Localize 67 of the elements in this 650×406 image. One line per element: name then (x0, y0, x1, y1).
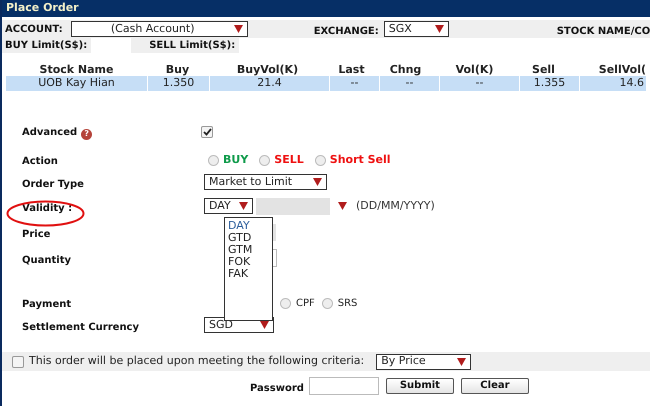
settlement-currency-label: Settlement Currency (22, 322, 140, 333)
table-cell: -- (440, 76, 519, 91)
table-cell: 14.6 (580, 76, 646, 91)
validity-option[interactable]: FAK (228, 268, 269, 280)
exchange-select[interactable]: SGX (384, 21, 449, 37)
table-cell: 1.350 (148, 76, 209, 91)
action-option[interactable]: BUY (223, 152, 248, 168)
form-button[interactable]: Clear (460, 378, 529, 394)
action-option[interactable]: SELL (274, 152, 304, 168)
order-type-select[interactable]: Market to Limit (204, 174, 327, 190)
validity-option[interactable]: GTM (228, 244, 269, 256)
sell-limit-label: SELL Limit(S$): (149, 39, 236, 53)
column-header: Last (337, 62, 366, 76)
column-header: SellVol( (598, 62, 646, 76)
column-header: Chng (388, 62, 422, 76)
dropdown-arrow-icon (234, 25, 243, 33)
account-label: ACCOUNT: (5, 22, 63, 36)
radio-button[interactable] (280, 298, 291, 308)
payment-label: Payment (22, 299, 72, 310)
window-title: Place Order (2, 0, 650, 17)
validity-select[interactable]: DAY (204, 198, 253, 214)
table-cell: -- (380, 76, 439, 91)
column-header: Vol(K) (454, 62, 494, 76)
dropdown-arrow-icon (434, 25, 444, 33)
exchange-label: EXCHANGE: (314, 26, 379, 37)
criteria-select[interactable]: By Price (376, 354, 472, 370)
column-header: BuyVol(K) (236, 62, 300, 76)
order-type-label: Order Type (22, 179, 84, 190)
dropdown-arrow-icon (260, 321, 269, 329)
action-option[interactable]: Short Sell (330, 152, 391, 168)
table-cell: UOB Kay Hian (6, 76, 147, 91)
date-format-hint: (DD/MM/YYYY) (356, 198, 435, 214)
quantity-label: Quantity (22, 255, 71, 266)
table-cell: 21.4 (210, 76, 329, 91)
dropdown-arrow-icon (239, 202, 248, 210)
validity-option[interactable]: GTD (228, 232, 269, 244)
criteria-label: This order will be placed upon meeting the following criteria: (29, 353, 364, 370)
payment-option[interactable]: SRS (338, 296, 358, 310)
column-header: Sell (531, 62, 556, 76)
stock-name-label: STOCK NAME/CO (556, 26, 650, 37)
radio-button[interactable] (259, 154, 270, 166)
action-label: Action (22, 156, 58, 167)
validity-label: Validity : (22, 203, 72, 214)
date-field[interactable] (256, 198, 330, 214)
form-button[interactable]: Submit (386, 378, 454, 394)
price-label: Price (22, 229, 50, 240)
password-field[interactable] (308, 377, 379, 395)
criteria-checkbox[interactable] (12, 356, 24, 368)
validity-option[interactable]: FOK (228, 256, 269, 268)
dropdown-arrow-icon (457, 358, 466, 366)
password-label: Password (250, 383, 304, 394)
advanced-label: Advanced (22, 126, 78, 140)
dropdown-arrow-icon (338, 202, 347, 210)
table-cell: -- (330, 76, 379, 91)
buy-limit-label: BUY Limit(S$): (5, 39, 88, 53)
column-header: Stock Name (38, 62, 114, 76)
account-select[interactable]: (Cash Account) (70, 21, 248, 37)
advanced-checkbox[interactable] (201, 126, 213, 138)
radio-button[interactable] (208, 154, 219, 166)
table-cell: 1.355 (520, 76, 579, 91)
dropdown-arrow-icon (313, 178, 322, 186)
help-icon[interactable]: ? (81, 128, 92, 140)
validity-option[interactable]: DAY (228, 220, 269, 232)
radio-button[interactable] (314, 154, 326, 166)
radio-button[interactable] (322, 298, 333, 308)
payment-option[interactable]: CPF (296, 296, 315, 310)
column-header: Buy (164, 62, 190, 76)
